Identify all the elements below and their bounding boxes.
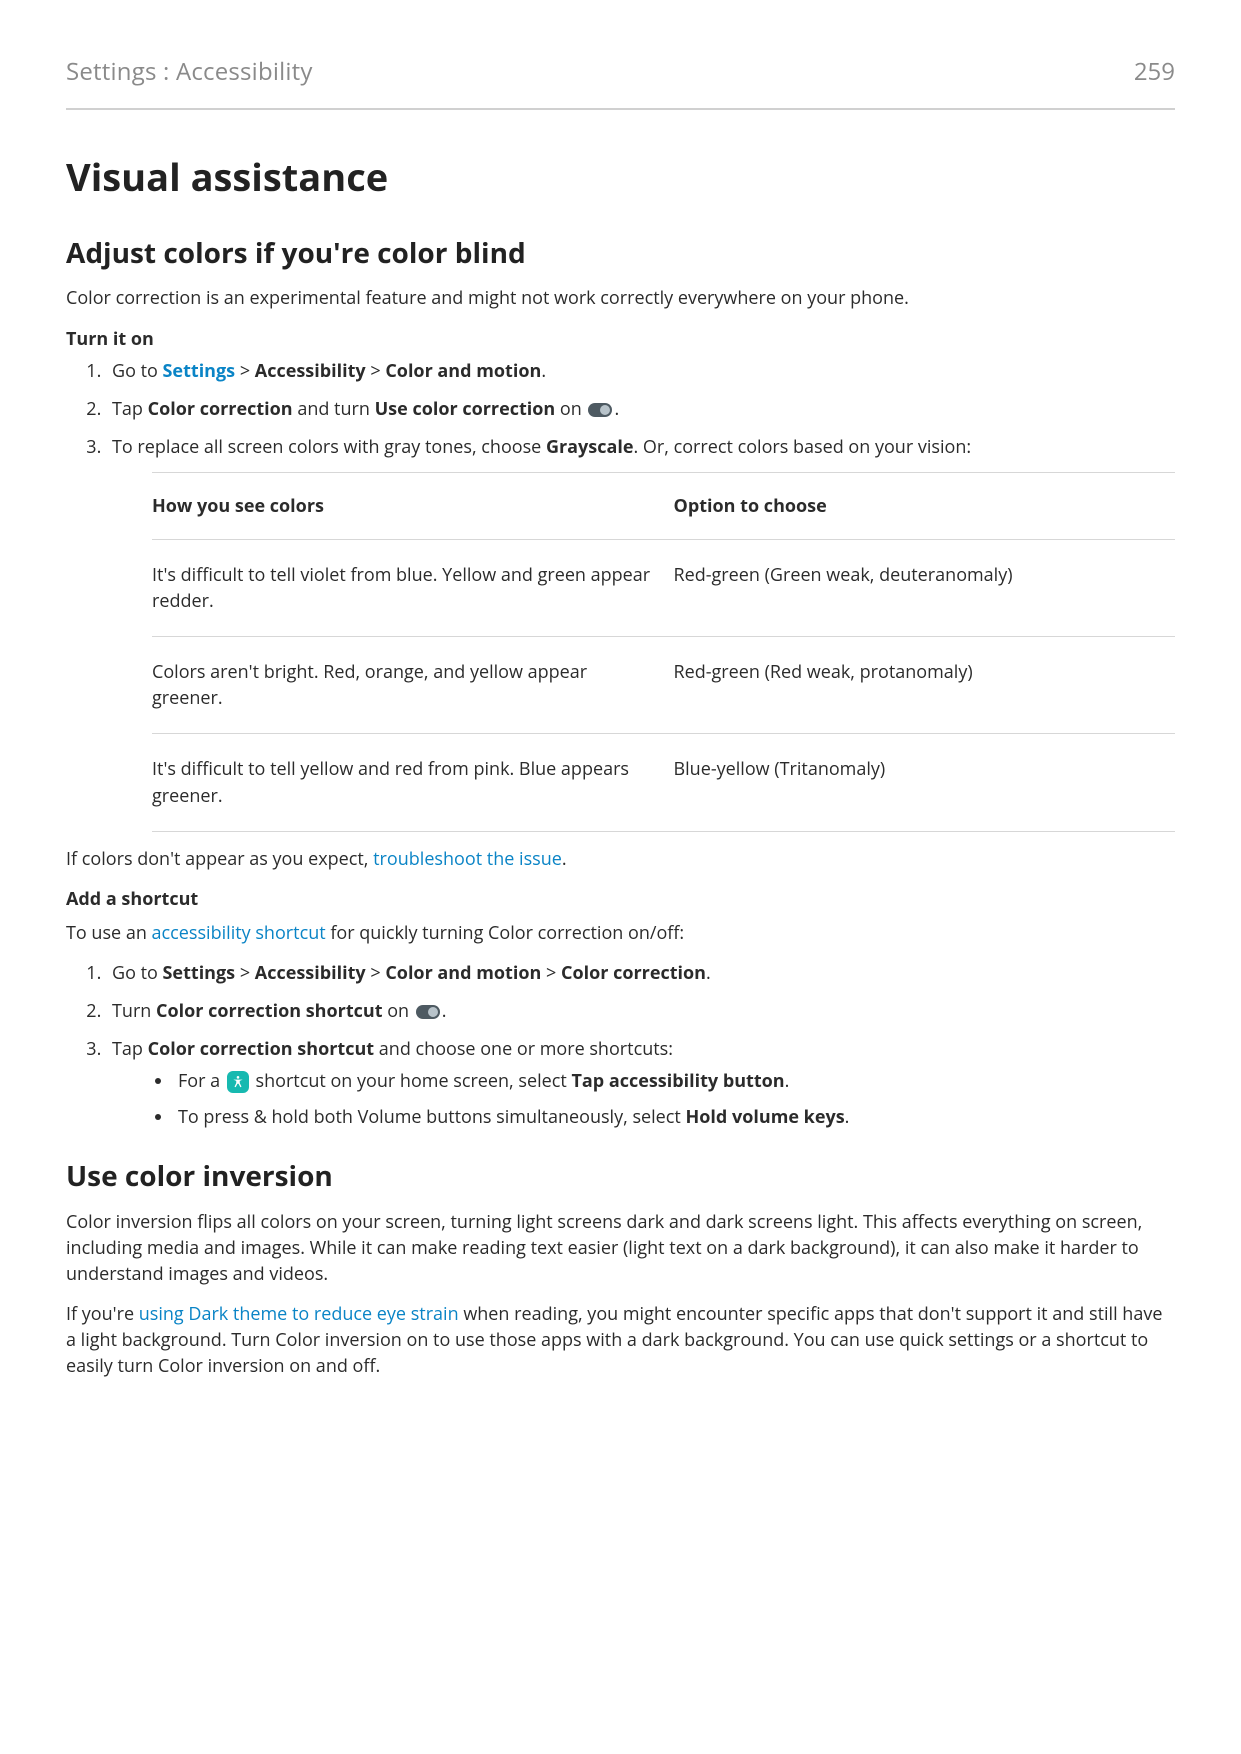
text: Go to [112,359,163,383]
text: shortcut on your home screen, select [251,1069,572,1093]
text: For a [178,1069,225,1093]
tap-accessibility-button-label: Tap accessibility button [571,1069,784,1093]
text: on [383,999,414,1023]
use-color-correction-label: Use color correction [375,397,556,421]
text: If you're [66,1302,139,1326]
text: > [366,359,386,383]
table-cell-see: It's difficult to tell yellow and red fr… [152,734,664,831]
shortcut-option-b: To press & hold both Volume buttons simu… [174,1104,1175,1130]
text: . [562,847,567,871]
shortcut-step-2: Turn Color correction shortcut on . [106,998,1175,1024]
color-and-motion-label: Color and motion [385,359,541,383]
text: > [541,961,561,985]
table-cell-option: Blue-yellow (Tritanomaly) [664,734,1176,831]
text: . [614,397,619,421]
color-correction-label: Color correction [148,397,293,421]
table-row: Colors aren't bright. Red, orange, and y… [152,637,1175,734]
shortcut-intro: To use an accessibility shortcut for qui… [66,920,1175,946]
grayscale-label: Grayscale [546,435,634,459]
turn-on-steps: Go to Settings > Accessibility > Color a… [66,358,1175,832]
table-header-option: Option to choose [664,472,1176,539]
table-header-see: How you see colors [152,472,664,539]
header-divider [66,108,1175,110]
toggle-on-icon [588,403,612,417]
text: If colors don't appear as you expect, [66,847,373,871]
page-number: 259 [1134,55,1175,90]
text: > [235,961,255,985]
text: Go to [112,961,163,985]
table-cell-see: Colors aren't bright. Red, orange, and y… [152,637,664,734]
text: for quickly turning Color correction on/… [326,921,685,945]
dark-theme-link[interactable]: using Dark theme to reduce eye strain [139,1302,459,1326]
table-cell-see: It's difficult to tell violet from blue.… [152,540,664,637]
inversion-paragraph-2: If you're using Dark theme to reduce eye… [66,1301,1175,1379]
shortcut-option-a: For a shortcut on your home screen, sele… [174,1068,1175,1094]
hold-volume-keys-label: Hold volume keys [686,1105,845,1129]
text: . [845,1105,850,1129]
step-1: Go to Settings > Accessibility > Color a… [106,358,1175,384]
toggle-on-icon [416,1005,440,1019]
header-row: Settings : Accessibility 259 [66,55,1175,90]
text: . [785,1069,790,1093]
shortcut-step-1: Go to Settings > Accessibility > Color a… [106,960,1175,986]
text: > [235,359,255,383]
breadcrumb: Settings : Accessibility [66,55,313,90]
accessibility-shortcut-link[interactable]: accessibility shortcut [152,921,326,945]
page-container: Settings : Accessibility 259 Visual assi… [0,0,1241,1474]
text: . [706,961,711,985]
shortcut-options: For a shortcut on your home screen, sele… [112,1068,1175,1130]
troubleshoot-link[interactable]: troubleshoot the issue [373,847,562,871]
table-cell-option: Red-green (Red weak, protanomaly) [664,637,1176,734]
accessibility-label: Accessibility [255,359,366,383]
accessibility-badge-icon [227,1071,249,1093]
text: Tap [112,397,148,421]
step-2: Tap Color correction and turn Use color … [106,396,1175,422]
text: To replace all screen colors with gray t… [112,435,546,459]
color-motion-label: Color and motion [385,961,541,985]
text: To use an [66,921,152,945]
color-correction-shortcut-label: Color correction shortcut [148,1037,375,1061]
text: . [442,999,447,1023]
color-correction-shortcut-label: Color correction shortcut [156,999,383,1023]
troubleshoot-paragraph: If colors don't appear as you expect, tr… [66,846,1175,872]
settings-label: Settings [163,961,236,985]
shortcut-steps: Go to Settings > Accessibility > Color a… [66,960,1175,1130]
inversion-paragraph-1: Color inversion flips all colors on your… [66,1209,1175,1287]
settings-link[interactable]: Settings [163,359,236,383]
color-correction-label: Color correction [561,961,706,985]
text: . [541,359,546,383]
page-title: Visual assistance [66,150,1175,205]
text: and choose one or more shortcuts: [374,1037,673,1061]
shortcut-step-3: Tap Color correction shortcut and choose… [106,1036,1175,1130]
section-heading-color-inversion: Use color inversion [66,1156,1175,1197]
step-3: To replace all screen colors with gray t… [106,434,1175,832]
text: Turn [112,999,156,1023]
text: on [555,397,586,421]
text: . Or, correct colors based on your visio… [634,435,972,459]
text: To press & hold both Volume buttons simu… [178,1105,686,1129]
text: and turn [293,397,375,421]
color-options-table: How you see colors Option to choose It's… [152,472,1175,832]
subhead-add-shortcut: Add a shortcut [66,886,1175,912]
text: > [366,961,386,985]
table-wrapper: How you see colors Option to choose It's… [152,472,1175,832]
table-row: It's difficult to tell yellow and red fr… [152,734,1175,831]
table-row: It's difficult to tell violet from blue.… [152,540,1175,637]
table-cell-option: Red-green (Green weak, deuteranomaly) [664,540,1176,637]
intro-paragraph: Color correction is an experimental feat… [66,285,1175,311]
accessibility-label: Accessibility [255,961,366,985]
text: Tap [112,1037,148,1061]
section-heading-adjust-colors: Adjust colors if you're color blind [66,233,1175,274]
subhead-turn-it-on: Turn it on [66,326,1175,352]
